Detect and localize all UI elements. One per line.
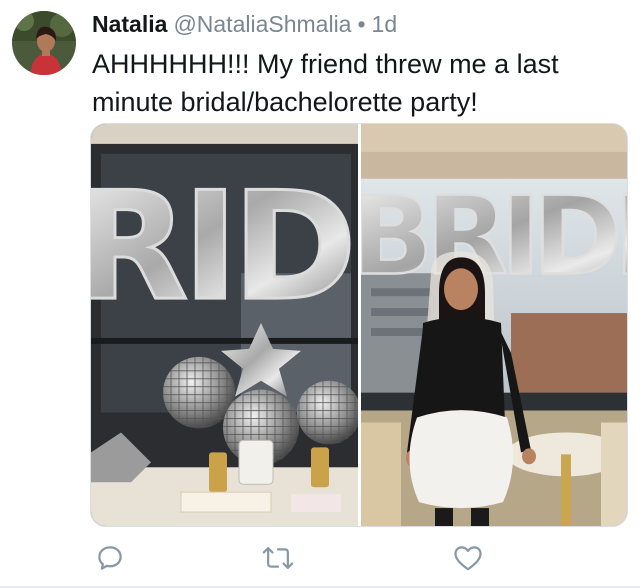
user-handle[interactable]: @NataliaShmalia bbox=[173, 11, 351, 37]
photo-balloons[interactable]: RID bbox=[91, 124, 358, 526]
tweet-text: AHHHHHH!!! My friend threw me a last min… bbox=[92, 49, 559, 117]
tweet-header: Natalia @NataliaShmalia • 1d bbox=[92, 8, 630, 40]
tweet-timestamp[interactable]: 1d bbox=[372, 11, 398, 37]
display-name[interactable]: Natalia bbox=[92, 11, 167, 37]
balloon-letters-left: RID bbox=[91, 160, 351, 334]
photo-bride[interactable]: BRIDE bbox=[361, 124, 628, 526]
like-button[interactable] bbox=[448, 538, 488, 578]
retweet-button[interactable] bbox=[258, 538, 298, 578]
avatar[interactable] bbox=[12, 11, 76, 75]
retweet-icon bbox=[262, 547, 294, 569]
heart-icon bbox=[454, 546, 482, 571]
separator-dot: • bbox=[357, 11, 366, 37]
media-grid: RID BRID bbox=[90, 123, 628, 527]
tweet-actions bbox=[90, 538, 590, 578]
reply-icon bbox=[98, 546, 122, 570]
balloons-photo-image: RID bbox=[91, 124, 358, 526]
avatar-image bbox=[12, 11, 76, 75]
tweet: Natalia @NataliaShmalia • 1d AHHHHHH!!! My … bbox=[0, 0, 640, 588]
balloon-letters-right: BRIDE bbox=[361, 175, 628, 300]
bride-photo-image: BRIDE bbox=[361, 124, 628, 526]
reply-button[interactable] bbox=[90, 538, 130, 578]
